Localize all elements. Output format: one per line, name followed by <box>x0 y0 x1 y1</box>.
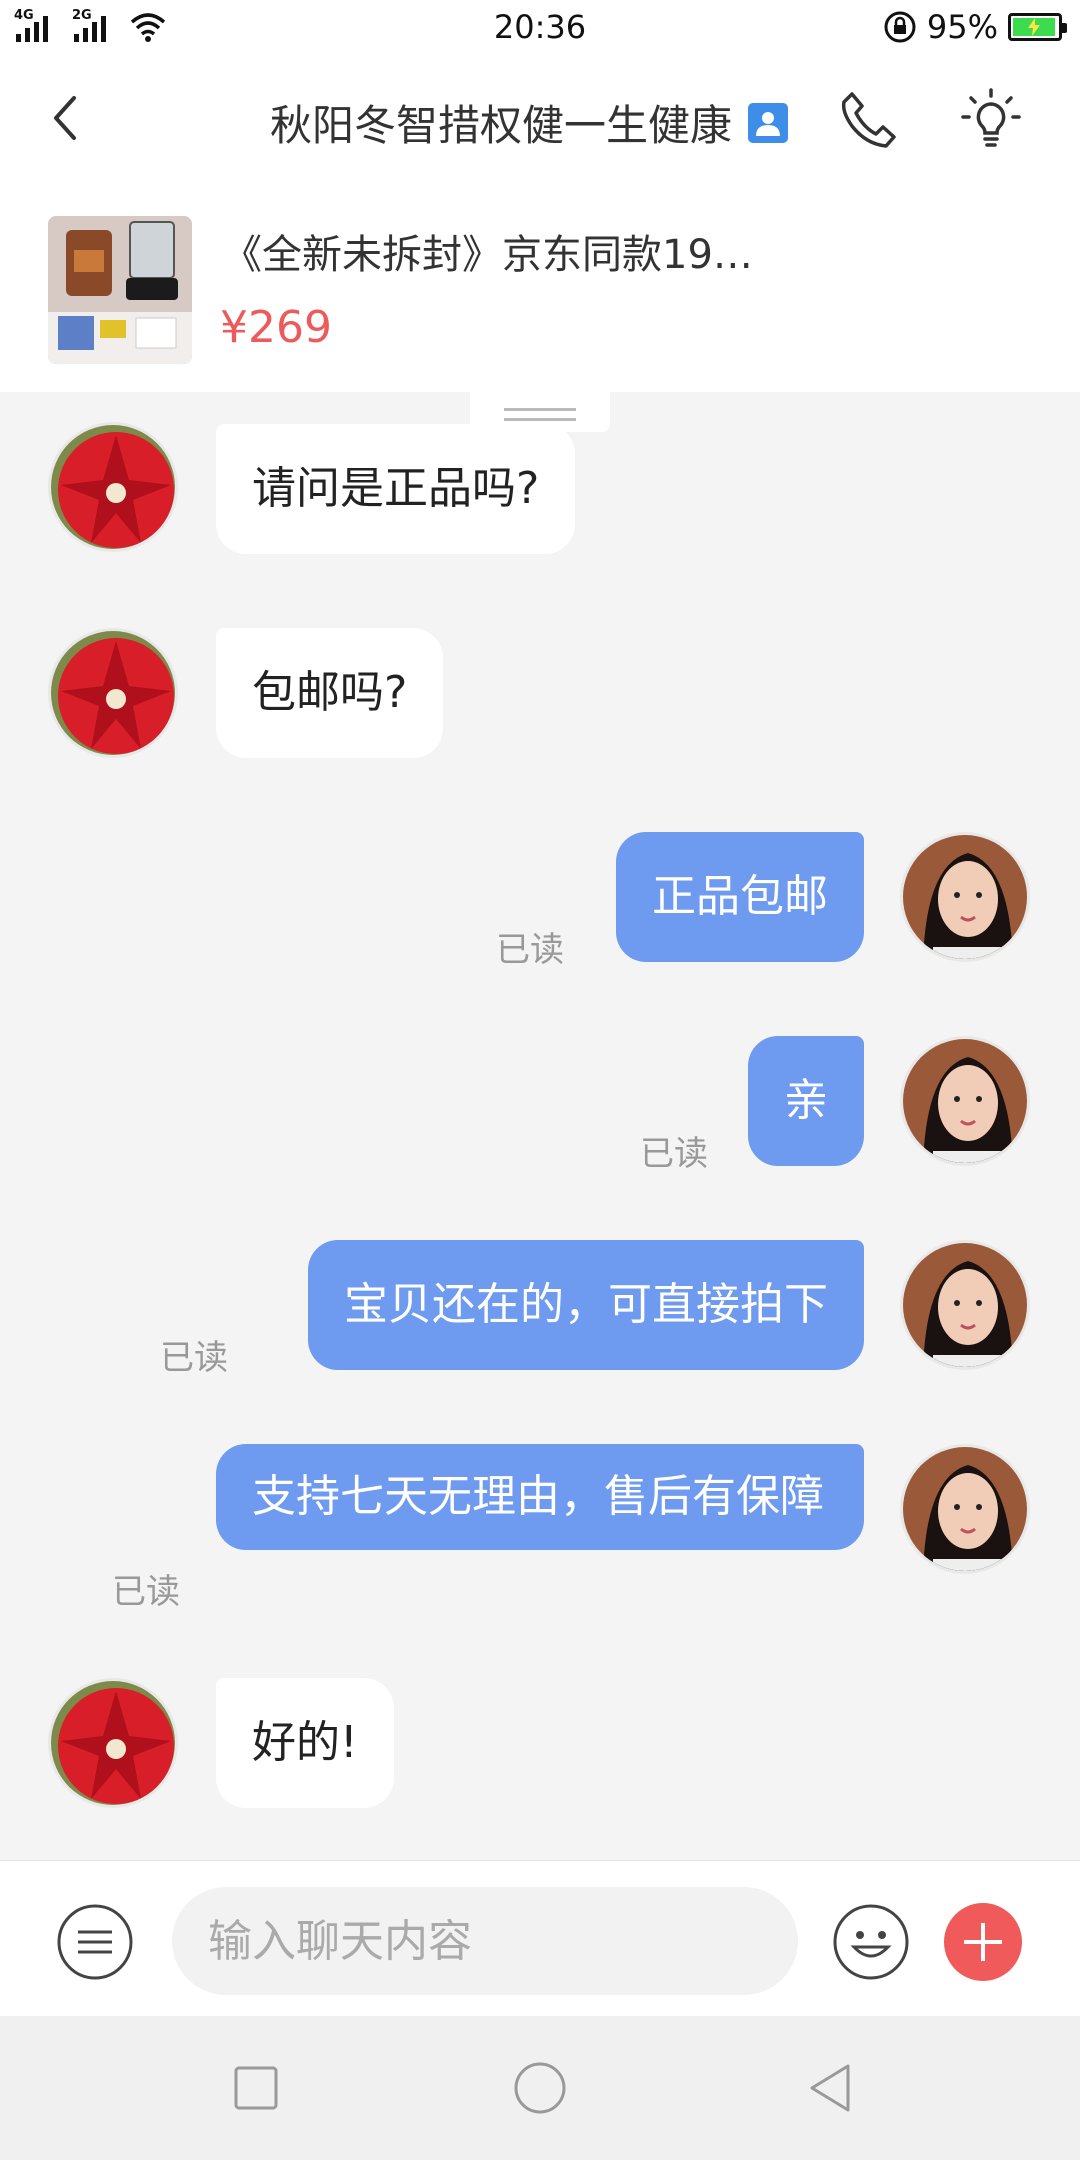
message-bubble-outgoing[interactable]: 宝贝还在的，可直接拍下 <box>308 1240 864 1370</box>
system-nav-bar <box>0 2016 1080 2160</box>
page-title: 秋阳冬智措权健一生健康 <box>270 101 733 150</box>
my-avatar[interactable] <box>900 1036 1030 1166</box>
lightbulb-icon <box>961 88 1021 147</box>
contact-avatar[interactable] <box>48 422 178 552</box>
emoji-button[interactable] <box>832 1903 910 1981</box>
message-bubble-outgoing[interactable]: 亲 <box>748 1036 864 1166</box>
menu-icon <box>57 1904 133 1980</box>
lightbulb-button[interactable] <box>958 86 1024 152</box>
contact-avatar[interactable] <box>48 628 178 758</box>
read-status: 已读 <box>640 1134 708 1174</box>
my-avatar[interactable] <box>900 832 1030 962</box>
back-button[interactable] <box>40 86 92 150</box>
chat-text-input[interactable] <box>172 1887 798 1995</box>
battery-icon <box>1008 13 1067 41</box>
product-thumbnail[interactable] <box>48 216 192 364</box>
status-right: 95% <box>883 8 1067 46</box>
phone-call-button[interactable] <box>836 86 902 152</box>
rotation-lock-icon <box>884 11 916 43</box>
product-card[interactable]: 《全新未拆封》京东同款19… ¥269 <box>0 186 1080 392</box>
product-price: ¥269 <box>220 302 332 353</box>
product-title: 《全新未拆封》京东同款19… <box>222 232 753 278</box>
more-actions-button[interactable] <box>944 1903 1022 1981</box>
message-bubble-outgoing[interactable]: 支持七天无理由，售后有保障 <box>216 1444 864 1550</box>
chat-header: 秋阳冬智措权健一生健康 <box>0 56 1080 186</box>
title-group: 秋阳冬智措权健一生健康 <box>270 92 789 153</box>
recent-apps-button[interactable] <box>226 2058 286 2118</box>
phone-icon <box>841 92 896 148</box>
contact-card-icon[interactable] <box>748 102 789 143</box>
charging-icon <box>1027 18 1040 36</box>
message-bubble-incoming[interactable]: 包邮吗? <box>216 628 444 758</box>
message-bubble-outgoing[interactable]: 正品包邮 <box>616 832 864 962</box>
battery-fill <box>1013 18 1055 36</box>
smiley-icon <box>833 1904 909 1980</box>
my-avatar[interactable] <box>900 1444 1030 1574</box>
circle-icon <box>514 2062 566 2114</box>
battery-percent: 95% <box>926 8 998 46</box>
chevron-left-icon <box>54 96 76 140</box>
my-avatar[interactable] <box>900 1240 1030 1370</box>
message-bubble-incoming[interactable]: 请问是正品吗? <box>216 424 576 554</box>
contact-avatar[interactable] <box>48 1678 178 1808</box>
square-icon <box>234 2066 278 2110</box>
read-status: 已读 <box>496 930 564 970</box>
plus-icon <box>964 1923 1002 1961</box>
home-button[interactable] <box>510 2058 570 2118</box>
message-bubble-incoming[interactable]: 好的! <box>216 1678 394 1808</box>
menu-button[interactable] <box>56 1903 134 1981</box>
status-bar: 4G 2G 20:36 95% <box>0 0 1080 56</box>
read-status: 已读 <box>112 1572 180 1612</box>
chat-input-bar <box>0 1860 1080 2016</box>
read-status: 已读 <box>160 1338 228 1378</box>
triangle-back-icon <box>810 2064 850 2112</box>
system-back-button[interactable] <box>800 2058 860 2118</box>
